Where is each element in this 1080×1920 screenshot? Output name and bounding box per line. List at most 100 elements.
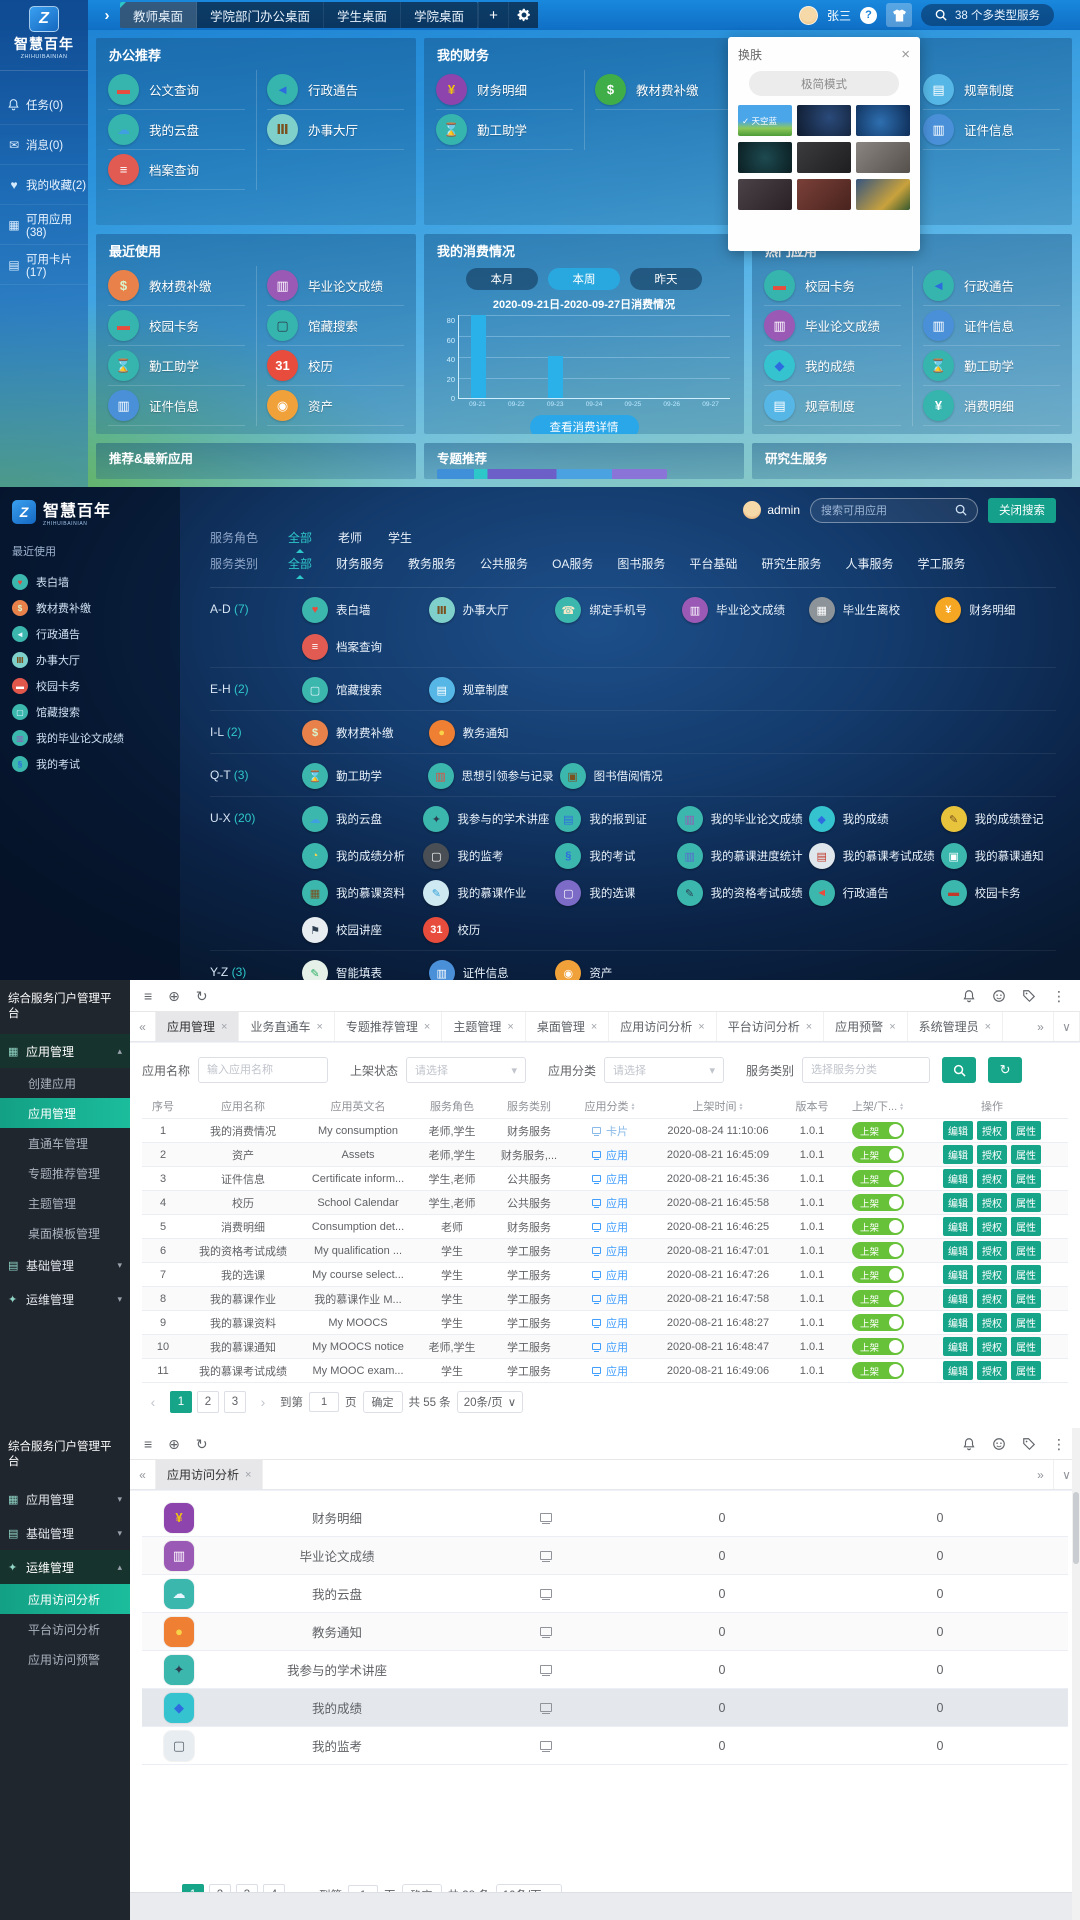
app-item[interactable]: ☁我的云盘 [302, 802, 417, 836]
admin-tab[interactable]: 桌面管理× [526, 1012, 609, 1041]
category-link[interactable]: 应用 [568, 1147, 652, 1163]
chat-icon[interactable] [992, 1437, 1006, 1451]
sidebar-item-messages[interactable]: ✉ 消息(0) [0, 125, 88, 165]
desktop-tab[interactable]: 学院桌面 [401, 2, 478, 28]
skin-thumbnail[interactable]: ✓ 天空蓝 [738, 105, 792, 136]
publish-toggle[interactable]: 上架 [852, 1170, 904, 1187]
skin-thumbnail[interactable] [856, 142, 910, 173]
edit-button[interactable]: 编辑 [943, 1313, 973, 1332]
reset-button[interactable]: ↻ [988, 1057, 1022, 1083]
scroll-tabs-right-icon[interactable]: » [1028, 1012, 1054, 1041]
sidebar-item-available-cards[interactable]: ▤ 可用卡片(17) [0, 245, 88, 285]
app-item[interactable]: 31 校历 [267, 346, 404, 386]
submenu-item[interactable]: 专题推荐管理 [0, 1158, 130, 1188]
menu-base-management[interactable]: ▤ 基础管理 ▾ [0, 1516, 130, 1550]
authorize-button[interactable]: 授权 [977, 1121, 1007, 1140]
skin-thumbnail[interactable] [797, 142, 851, 173]
app-item[interactable]: Ⅲ办事大厅 [429, 593, 550, 627]
app-item[interactable]: ▥毕业论文成绩 [682, 593, 803, 627]
app-search-input[interactable]: 搜索可用应用 [810, 498, 978, 523]
publish-toggle[interactable]: 上架 [852, 1218, 904, 1235]
app-item[interactable]: ◄ 行政通告 [267, 70, 404, 110]
role-option[interactable]: 老师 [338, 529, 362, 546]
edit-button[interactable]: 编辑 [943, 1121, 973, 1140]
tabs-dropdown-icon[interactable]: ∨ [1054, 1012, 1080, 1041]
app-item[interactable]: ▥ 毕业论文成绩 [267, 266, 404, 306]
authorize-button[interactable]: 授权 [977, 1193, 1007, 1212]
app-item[interactable]: Ⅲ 办事大厅 [267, 110, 404, 150]
chat-icon[interactable] [992, 989, 1006, 1003]
app-item[interactable]: ▣我的慕课通知 [941, 839, 1056, 873]
app-item[interactable]: ●教务通知 [429, 716, 550, 750]
type-option[interactable]: 全部 [288, 555, 312, 572]
bell-icon[interactable] [962, 989, 976, 1003]
publish-toggle[interactable]: 上架 [852, 1122, 904, 1139]
app-item[interactable]: ▥我的慕课进度统计 [677, 839, 803, 873]
app-item[interactable]: ⚑校园讲座 [302, 913, 417, 947]
app-item[interactable]: ▦我的慕课资料 [302, 876, 417, 910]
publish-toggle[interactable]: 上架 [852, 1242, 904, 1259]
globe-icon[interactable]: ⊕ [168, 1437, 180, 1451]
app-item[interactable]: ⌛ 勤工助学 [923, 346, 1060, 386]
app-item[interactable]: ◆ 我的成绩 [764, 346, 901, 386]
app-item[interactable]: ▢我的选课 [555, 876, 670, 910]
publish-toggle[interactable]: 上架 [852, 1290, 904, 1307]
recent-app-item[interactable]: ▬ 校园卡务 [12, 673, 180, 699]
tag-icon[interactable] [1022, 1437, 1036, 1451]
sidebar-item-available-apps[interactable]: ▦ 可用应用(38) [0, 205, 88, 245]
role-option[interactable]: 学生 [388, 529, 412, 546]
category-link[interactable]: 应用 [568, 1171, 652, 1187]
attribute-button[interactable]: 属性 [1011, 1361, 1041, 1380]
authorize-button[interactable]: 授权 [977, 1313, 1007, 1332]
admin-tab[interactable]: 应用预警× [824, 1012, 907, 1041]
status-select[interactable]: 请选择▾ [406, 1057, 526, 1083]
edit-button[interactable]: 编辑 [943, 1337, 973, 1356]
period-tab[interactable]: 昨天 [630, 268, 702, 290]
app-item[interactable]: ¥ 消费明细 [923, 386, 1060, 426]
admin-tab[interactable]: 应用访问分析× [156, 1460, 263, 1489]
change-skin-button[interactable] [886, 3, 912, 27]
analysis-row[interactable]: ● 教务通知 0 0 [142, 1613, 1068, 1651]
skin-thumbnail[interactable] [738, 179, 792, 210]
publish-toggle[interactable]: 上架 [852, 1338, 904, 1355]
app-name-input[interactable] [198, 1057, 328, 1083]
confirm-button[interactable]: 确定 [363, 1391, 403, 1413]
refresh-icon[interactable]: ↻ [196, 1437, 208, 1451]
type-option[interactable]: 财务服务 [336, 555, 384, 572]
app-item[interactable]: ▦毕业生离校 [809, 593, 930, 627]
authorize-button[interactable]: 授权 [977, 1241, 1007, 1260]
app-item[interactable]: $教材费补缴 [302, 716, 423, 750]
type-option[interactable]: 平台基础 [689, 555, 737, 572]
close-icon[interactable]: × [901, 49, 910, 61]
app-item[interactable]: ⌛ 勤工助学 [108, 346, 245, 386]
app-item[interactable]: ⌛勤工助学 [302, 759, 422, 793]
scroll-tabs-left-icon[interactable]: « [130, 1460, 156, 1489]
app-item[interactable]: 31校历 [423, 913, 549, 947]
role-option[interactable]: 全部 [288, 529, 312, 546]
app-item[interactable]: §我的考试 [555, 839, 670, 873]
attribute-button[interactable]: 属性 [1011, 1121, 1041, 1140]
view-consumption-detail-button[interactable]: 查看消费详情 [530, 415, 639, 434]
category-link[interactable]: 应用 [568, 1195, 652, 1211]
type-option[interactable]: OA服务 [552, 555, 593, 572]
admin-tab[interactable]: 业务直通车× [239, 1012, 334, 1041]
close-search-button[interactable]: 关闭搜索 [988, 498, 1056, 523]
refresh-icon[interactable]: ↻ [196, 989, 208, 1003]
attribute-button[interactable]: 属性 [1011, 1313, 1041, 1332]
app-item[interactable]: $ 教材费补缴 [595, 70, 732, 110]
attribute-button[interactable]: 属性 [1011, 1337, 1041, 1356]
recent-app-item[interactable]: ▢ 馆藏搜索 [12, 699, 180, 725]
app-item[interactable]: ▢ 馆藏搜索 [267, 306, 404, 346]
app-item[interactable]: ▬ 公文查询 [108, 70, 245, 110]
menu-base-management[interactable]: ▤ 基础管理 ▾ [0, 1248, 130, 1282]
close-tab-icon[interactable]: × [424, 1021, 430, 1033]
app-item[interactable]: ▣图书借阅情况 [560, 759, 680, 793]
edit-button[interactable]: 编辑 [943, 1289, 973, 1308]
app-item[interactable]: ☎绑定手机号 [555, 593, 676, 627]
period-tab[interactable]: 本周 [548, 268, 620, 290]
authorize-button[interactable]: 授权 [977, 1169, 1007, 1188]
skin-thumbnail[interactable] [797, 179, 851, 210]
edit-button[interactable]: 编辑 [943, 1241, 973, 1260]
app-item[interactable]: ✦我参与的学术讲座 [423, 802, 549, 836]
app-item[interactable]: ▥ 毕业论文成绩 [764, 306, 901, 346]
